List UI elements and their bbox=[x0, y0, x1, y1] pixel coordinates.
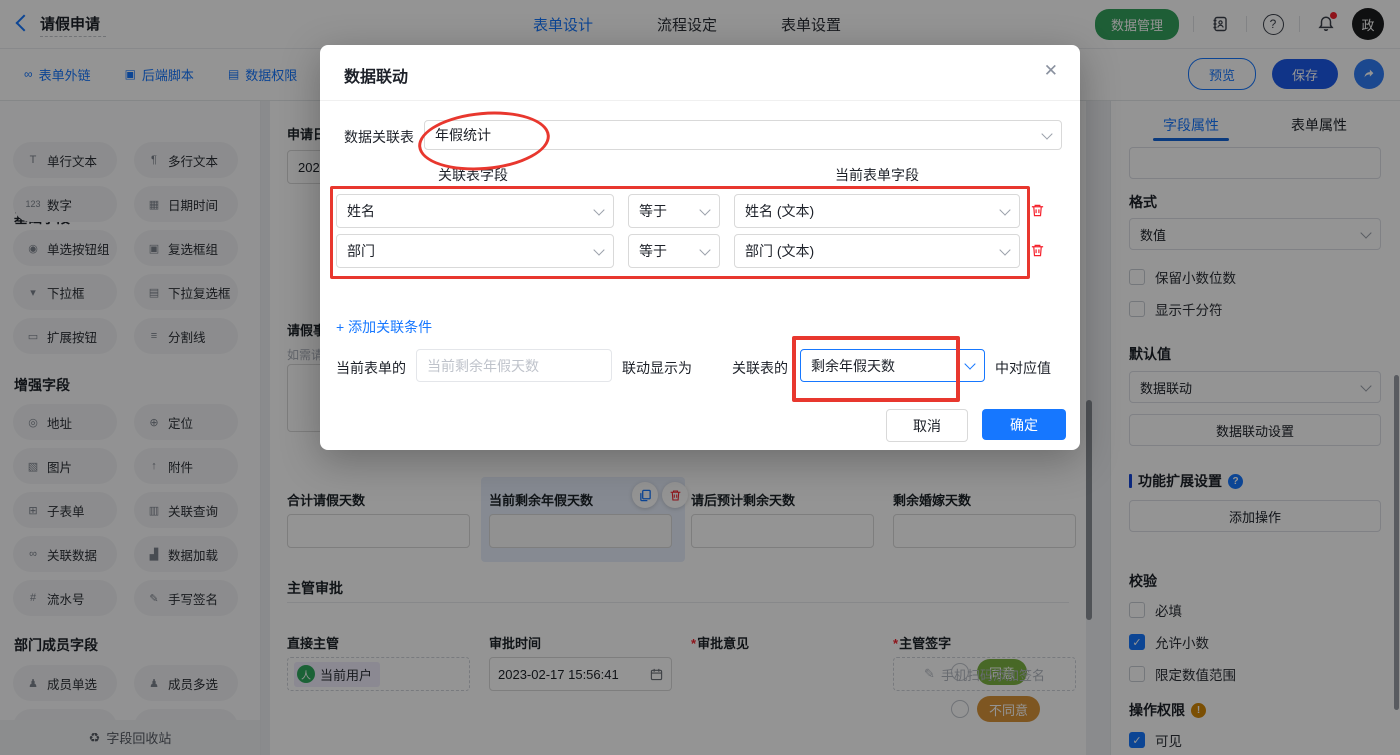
condition-left-select[interactable]: 姓名 bbox=[336, 194, 614, 228]
current-form-label: 当前表单的 bbox=[336, 358, 406, 378]
confirm-button[interactable]: 确定 bbox=[982, 409, 1066, 440]
chevron-down-icon bbox=[593, 204, 604, 215]
corresponding-value-label: 中对应值 bbox=[995, 358, 1051, 378]
condition-right-select[interactable]: 姓名 (文本) bbox=[734, 194, 1020, 228]
condition-left-select[interactable]: 部门 bbox=[336, 234, 614, 268]
condition-op-select[interactable]: 等于 bbox=[628, 194, 720, 228]
delete-condition-icon[interactable] bbox=[1030, 203, 1045, 221]
condition-right-select[interactable]: 部门 (文本) bbox=[734, 234, 1020, 268]
link-table-select[interactable]: 年假统计 bbox=[424, 120, 1062, 150]
close-icon[interactable]: ✕ bbox=[1044, 61, 1058, 81]
column-header-link-table-field: 关联表字段 bbox=[438, 165, 508, 185]
link-table-label: 数据关联表 bbox=[344, 127, 414, 147]
related-table-label: 关联表的 bbox=[732, 358, 788, 378]
display-as-label: 联动显示为 bbox=[622, 358, 692, 378]
related-field-select[interactable]: 剩余年假天数 bbox=[800, 349, 985, 382]
plus-icon: + bbox=[336, 319, 344, 335]
current-field-input[interactable]: 当前剩余年假天数 bbox=[416, 349, 612, 382]
delete-condition-icon[interactable] bbox=[1030, 243, 1045, 261]
chevron-down-icon bbox=[593, 244, 604, 255]
chevron-down-icon bbox=[999, 244, 1010, 255]
column-header-current-form-field: 当前表单字段 bbox=[835, 165, 919, 185]
condition-op-select[interactable]: 等于 bbox=[628, 234, 720, 268]
chevron-down-icon bbox=[699, 204, 710, 215]
modal-title: 数据联动 bbox=[344, 63, 408, 87]
chevron-down-icon bbox=[999, 204, 1010, 215]
modal-divider bbox=[320, 100, 1080, 101]
cancel-button[interactable]: 取消 bbox=[886, 409, 968, 442]
chevron-down-icon bbox=[1041, 128, 1052, 139]
chevron-down-icon bbox=[699, 244, 710, 255]
add-condition-link[interactable]: + 添加关联条件 bbox=[336, 317, 432, 337]
chevron-down-icon bbox=[964, 358, 975, 369]
data-linkage-modal: 数据联动 ✕ 数据关联表 年假统计 关联表字段 当前表单字段 姓名 等于 姓名 … bbox=[320, 45, 1080, 450]
